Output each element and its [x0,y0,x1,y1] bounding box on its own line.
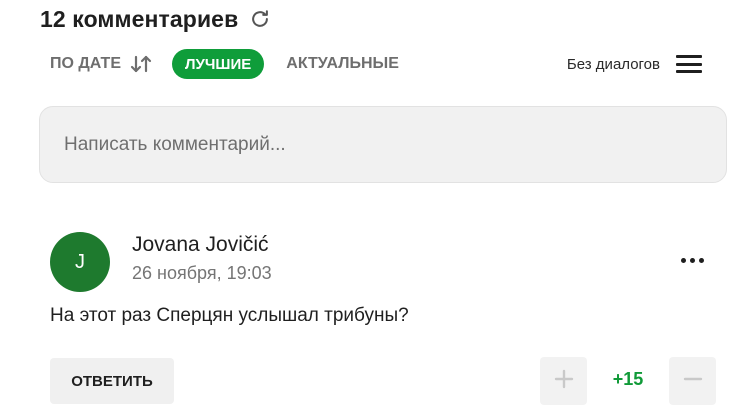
comment-score: +15 [612,369,644,389]
comment-author[interactable]: Jovana Jovičić [132,233,269,257]
comment-text: На этот раз Сперцян услышал трибуны? [50,305,409,326]
sort-by-date-label: ПО ДАТЕ [50,55,121,72]
comments-count-title: 12 комментариев [40,5,239,32]
minus-icon [683,369,703,394]
reply-button[interactable]: ОТВЕТИТЬ [50,358,174,404]
refresh-icon[interactable] [248,7,272,31]
sort-actual-tab[interactable]: АКТУАЛЬНЫЕ [286,55,399,73]
comment-input-placeholder: Написать комментарий... [64,133,286,155]
hamburger-menu-icon[interactable] [676,55,702,73]
dialogs-toggle[interactable]: Без диалогов [567,55,702,73]
sort-arrows-icon [130,55,152,73]
sort-best-tab[interactable]: ЛУЧШИЕ [172,49,265,79]
downvote-button[interactable] [669,357,716,405]
comments-header: 12 комментариев [40,4,272,34]
comment-input[interactable]: Написать комментарий... [39,106,727,183]
plus-icon [554,369,574,394]
sort-bar: ПО ДАТЕ ЛУЧШИЕ АКТУАЛЬНЫЕ Без диалогов [50,48,710,80]
upvote-button[interactable] [540,357,587,405]
avatar-letter: J [75,250,85,273]
comment-timestamp: 26 ноября, 19:03 [132,263,272,283]
dialogs-toggle-label: Без диалогов [566,55,660,73]
avatar[interactable]: J [50,232,110,292]
more-dots-icon[interactable] [672,248,712,272]
sort-by-date-tab[interactable]: ПО ДАТЕ [50,55,152,73]
